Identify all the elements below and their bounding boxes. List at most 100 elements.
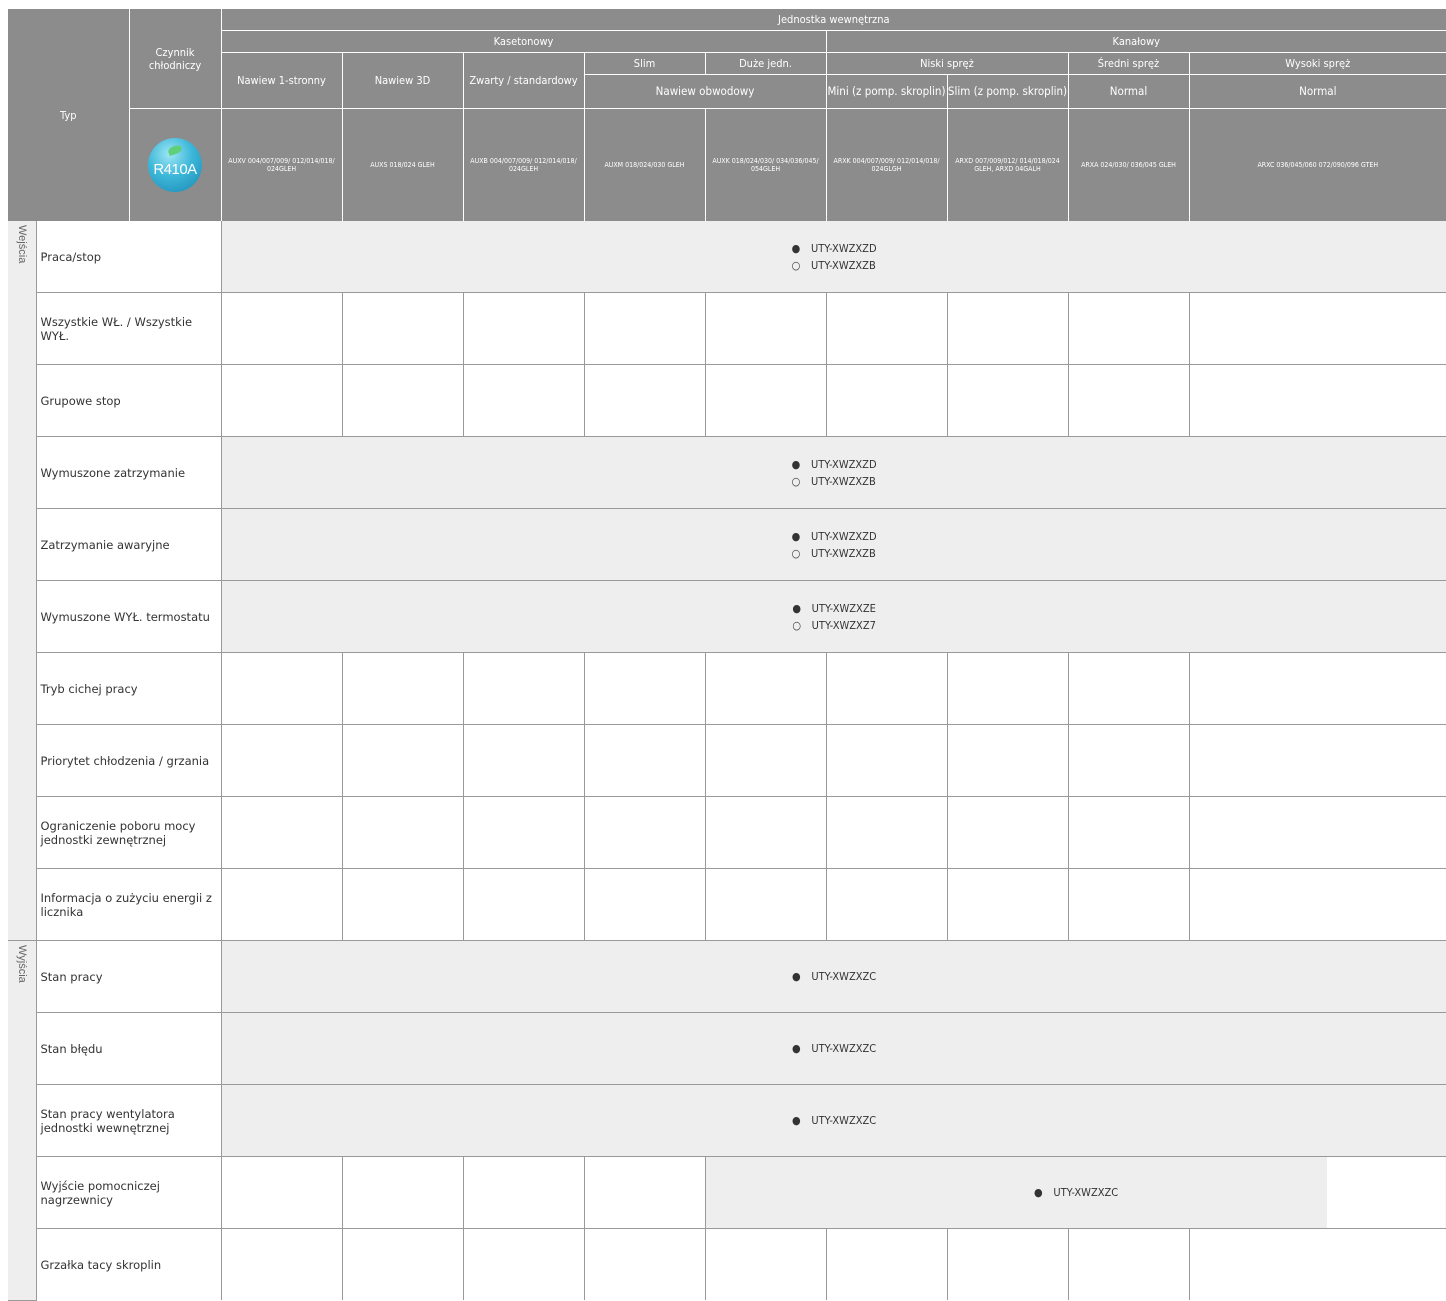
empty-cell [947,1228,1069,1300]
empty-cell [826,292,948,365]
empty-cell [1189,796,1446,869]
row-label: Stan pracy wentylatora jednostki wewnętr… [36,1084,222,1157]
empty-cell [463,1156,585,1229]
empty-cell [705,796,827,869]
table-row: Informacja o zużyciu energii z licznika [8,868,1446,941]
open-circle-icon: ○ [791,474,801,488]
filled-circle-icon: ● [792,601,801,615]
empty-cell [342,652,464,725]
empty-cell [584,1156,706,1229]
empty-cell [221,652,343,725]
empty-cell [947,724,1069,797]
filled-circle-icon: ● [792,970,801,983]
empty-cell [463,292,585,365]
table-row: Priorytet chłodzenia / grzania [8,724,1446,797]
empty-cell [1068,292,1190,365]
empty-cell [1189,724,1446,797]
empty-cell [947,796,1069,869]
empty-cell [947,652,1069,725]
header-indoor-unit: Jednostka wewnętrzna [220,9,1446,31]
table-body: Wejścia Praca/stop ● UTY-XWZXZD ○ UTY-XWZXZB W… [8,221,1446,1301]
table-row: Wyjście pomocniczej nagrzewnicy ● UTY-XWZX… [8,1156,1446,1229]
availability-marker-filled: ● UTY-XWZXZD [791,528,877,545]
table-row: Stan błędu ● UTY-XWZXZC [8,1012,1446,1085]
page-heading-clipped [0,0,1446,9]
empty-cell [463,1228,585,1300]
empty-cell [705,724,827,797]
empty-cell [947,292,1069,365]
section-inputs: Wejścia [8,221,37,941]
adapter-model: UTY-XWZXZC [1053,1186,1119,1199]
empty-cell [826,796,948,869]
empty-cell [826,652,948,725]
row-label: Wymuszone zatrzymanie [36,436,222,509]
row-label: Zatrzymanie awaryjne [36,508,222,581]
empty-cell [342,1228,464,1300]
adapter-model: UTY-XWZXZE [811,601,876,615]
header-nawiew-3d: Nawiew 3D [341,52,463,109]
adapter-model: UTY-XWZXZB [811,474,876,488]
table-row: Grzałka tacy skroplin [8,1228,1446,1301]
section-outputs: Wyjścia [8,940,37,1301]
adapter-model: UTY-XWZXZB [811,546,876,560]
span-cell: ● UTY-XWZXZC [221,940,1446,1013]
empty-cell [826,1228,948,1300]
header-zwarty: Zwarty / standardowy [462,52,584,109]
filled-circle-icon: ● [791,457,801,471]
span-cell: ● UTY-XWZXZD ○ UTY-XWZXZB [221,508,1446,581]
table-row: Tryb cichej pracy [8,652,1446,725]
model-cell: AUXM 018/024/030 GLEH [583,108,705,221]
span-cell: ● UTY-XWZXZC [221,1012,1446,1085]
availability-marker-filled: ● UTY-XWZXZD [791,456,877,473]
header-kasetonowy: Kasetonowy [220,30,826,53]
filled-circle-icon: ● [1034,1186,1043,1199]
header-slim-kanalowy: Slim (z pomp. skroplin) [946,74,1068,109]
table-row: Wymuszone zatrzymanie ● UTY-XWZXZD ○ UTY-XWZ… [8,436,1446,509]
availability-marker-optional: ○ UTY-XWZXZB [791,473,877,490]
header-duze: Duże jedn. [704,52,826,75]
empty-cell [1189,868,1446,941]
empty-cell [463,724,585,797]
refrigerant-logo-cell: R410A [128,108,221,221]
empty-cell [826,364,948,437]
filled-circle-icon: ● [791,241,801,255]
adapter-model: UTY-XWZXZC [811,1114,877,1127]
empty-cell [947,364,1069,437]
empty-cell [584,364,706,437]
header-mini: Mini (z pomp. skroplin) [825,74,947,109]
table-row: Grupowe stop [8,364,1446,437]
open-circle-icon: ○ [792,618,801,632]
filled-circle-icon: ● [791,529,801,543]
row-label: Grupowe stop [36,364,222,437]
empty-cell [705,652,827,725]
header-nawiew-obwodowy: Nawiew obwodowy [583,74,826,109]
empty-cell [1189,364,1446,437]
header-nawiew-1-stronny: Nawiew 1-stronny [220,52,342,109]
empty-cell [1068,724,1190,797]
empty-cell [705,364,827,437]
open-circle-icon: ○ [791,258,801,272]
empty-cell [1189,1229,1446,1301]
empty-cell [463,796,585,869]
empty-cell [584,724,706,797]
empty-cell [1189,652,1446,725]
availability-marker-optional: ○ UTY-XWZXZ7 [792,617,876,634]
empty-cell [705,292,827,365]
span-cell: ● UTY-XWZXZC [704,1156,1446,1229]
row-label: Priorytet chłodzenia / grzania [36,724,222,797]
availability-marker-filled: ● UTY-XWZXZC [1033,1184,1118,1201]
header-wysoki-sprez: Wysoki spręż [1188,52,1446,75]
empty-cell [705,868,827,941]
empty-cell [221,796,343,869]
empty-cell [221,724,343,797]
table-row: Stan pracy wentylatora jednostki wewnętr… [8,1084,1446,1157]
empty-cell [1068,796,1190,869]
span-cell: ● UTY-XWZXZD ○ UTY-XWZXZB [221,436,1446,509]
table-row: Wymuszone WYŁ. termostatu ● UTY-XWZXZE ○ UTY… [8,580,1446,653]
availability-marker-filled: ● UTY-XWZXZC [791,1112,876,1129]
model-cell: AUXS 018/024 GLEH [341,108,463,221]
empty-cell [221,364,343,437]
empty-cell [947,868,1069,941]
empty-cell [584,868,706,941]
availability-marker-filled: ● UTY-XWZXZC [791,1040,876,1057]
